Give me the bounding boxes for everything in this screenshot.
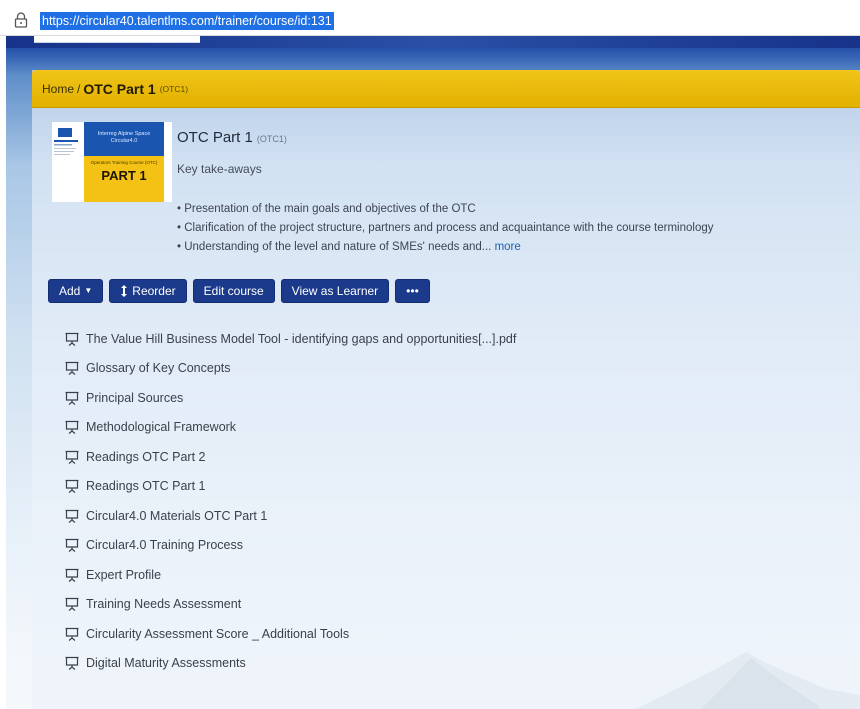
unit-title[interactable]: Readings OTC Part 2: [86, 450, 206, 464]
lock-icon: [14, 12, 28, 28]
unit-title[interactable]: Methodological Framework: [86, 420, 236, 434]
unit-item[interactable]: The Value Hill Business Model Tool - ide…: [64, 324, 516, 354]
unit-item[interactable]: Principal Sources: [64, 383, 516, 413]
description-bullet-last: • Understanding of the level and nature …: [177, 238, 714, 257]
edit-course-button[interactable]: Edit course: [192, 279, 275, 303]
unit-title[interactable]: Digital Maturity Assessments: [86, 656, 246, 670]
unit-title[interactable]: Glossary of Key Concepts: [86, 361, 231, 375]
unit-title[interactable]: Principal Sources: [86, 391, 183, 405]
thumbnail-cover: Interreg Alpine Space Circular4.0 Operat…: [84, 122, 164, 202]
unit-title[interactable]: Circularity Assessment Score _ Additiona…: [86, 627, 349, 641]
unit-item[interactable]: Circularity Assessment Score _ Additiona…: [64, 619, 516, 649]
presentation-icon: [65, 657, 79, 671]
unit-list: The Value Hill Business Model Tool - ide…: [64, 324, 516, 678]
view-as-learner-button-label: View as Learner: [291, 284, 379, 298]
course-subtitle: Key take-aways: [177, 162, 262, 176]
course-card: Home / OTC Part 1 (OTC1) Interreg Alpine…: [32, 70, 860, 709]
edit-course-button-label: Edit course: [203, 284, 264, 298]
unit-item[interactable]: Glossary of Key Concepts: [64, 354, 516, 384]
presentation-icon: [65, 539, 79, 553]
description-bullet: • Presentation of the main goals and obj…: [177, 203, 476, 215]
unit-title[interactable]: Circular4.0 Training Process: [86, 538, 243, 552]
presentation-icon: [65, 480, 79, 494]
more-options-button[interactable]: •••: [395, 279, 430, 303]
course-thumbnail: Interreg Alpine Space Circular4.0 Operat…: [52, 122, 172, 202]
thumbnail-top-text: Interreg Alpine Space Circular4.0: [84, 122, 164, 156]
unit-item[interactable]: Training Needs Assessment: [64, 590, 516, 620]
presentation-icon: [65, 362, 79, 376]
thumbnail-part-label: PART 1: [101, 168, 147, 183]
presentation-icon: [65, 627, 79, 641]
presentation-icon: [65, 421, 79, 435]
more-link[interactable]: more: [495, 241, 521, 253]
top-tab: [34, 36, 200, 43]
add-button-label: Add: [59, 284, 81, 298]
presentation-icon: [65, 509, 79, 523]
url-text[interactable]: https://circular40.talentlms.com/trainer…: [40, 12, 334, 30]
reorder-button[interactable]: Reorder: [109, 279, 187, 303]
address-bar[interactable]: https://circular40.talentlms.com/trainer…: [0, 0, 860, 36]
unit-item[interactable]: Circular4.0 Materials OTC Part 1: [64, 501, 516, 531]
unit-item[interactable]: Readings OTC Part 2: [64, 442, 516, 472]
unit-item[interactable]: Circular4.0 Training Process: [64, 531, 516, 561]
breadcrumb-separator: /: [77, 81, 81, 96]
breadcrumb-current: OTC Part 1: [83, 80, 156, 97]
course-title-text: OTC Part 1: [177, 129, 253, 146]
course-toolbar: Add ▼ Reorder Edit course View as Learne…: [48, 279, 430, 303]
course-code: (OTC1): [256, 134, 287, 144]
description-bullet-text: • Understanding of the level and nature …: [177, 241, 492, 253]
reorder-button-label: Reorder: [132, 284, 176, 298]
unit-title[interactable]: The Value Hill Business Model Tool - ide…: [86, 332, 516, 346]
caret-down-icon: ▼: [84, 286, 93, 295]
breadcrumb-code: (OTC1): [159, 83, 189, 94]
unit-title[interactable]: Expert Profile: [86, 568, 161, 582]
unit-item[interactable]: Expert Profile: [64, 560, 516, 590]
unit-item[interactable]: Readings OTC Part 1: [64, 472, 516, 502]
more-options-icon: •••: [406, 284, 419, 298]
presentation-icon: [65, 598, 79, 612]
unit-title[interactable]: Training Needs Assessment: [86, 597, 241, 611]
add-button[interactable]: Add ▼: [48, 279, 104, 303]
presentation-icon: [65, 568, 79, 582]
course-title: OTC Part 1 (OTC1): [177, 129, 287, 146]
description-bullet: • Clarification of the project structure…: [177, 222, 714, 234]
presentation-icon: [65, 391, 79, 405]
thumbnail-sub-text: Operators Training Course (OTC): [90, 160, 158, 165]
unit-title[interactable]: Readings OTC Part 1: [86, 479, 206, 493]
reorder-arrows-icon: [121, 285, 128, 297]
view-as-learner-button[interactable]: View as Learner: [280, 279, 390, 303]
course-description: • Presentation of the main goals and obj…: [177, 200, 714, 257]
thumbnail-bottom: Operators Training Course (OTC) PART 1: [84, 156, 164, 202]
unit-item[interactable]: Methodological Framework: [64, 413, 516, 443]
unit-title[interactable]: Circular4.0 Materials OTC Part 1: [86, 509, 267, 523]
interreg-logo-icon: [52, 126, 80, 166]
presentation-icon: [65, 450, 79, 464]
presentation-icon: [65, 332, 79, 346]
breadcrumb-home-link[interactable]: Home: [42, 82, 74, 96]
breadcrumb: Home / OTC Part 1 (OTC1): [32, 70, 860, 108]
unit-item[interactable]: Digital Maturity Assessments: [64, 649, 516, 679]
